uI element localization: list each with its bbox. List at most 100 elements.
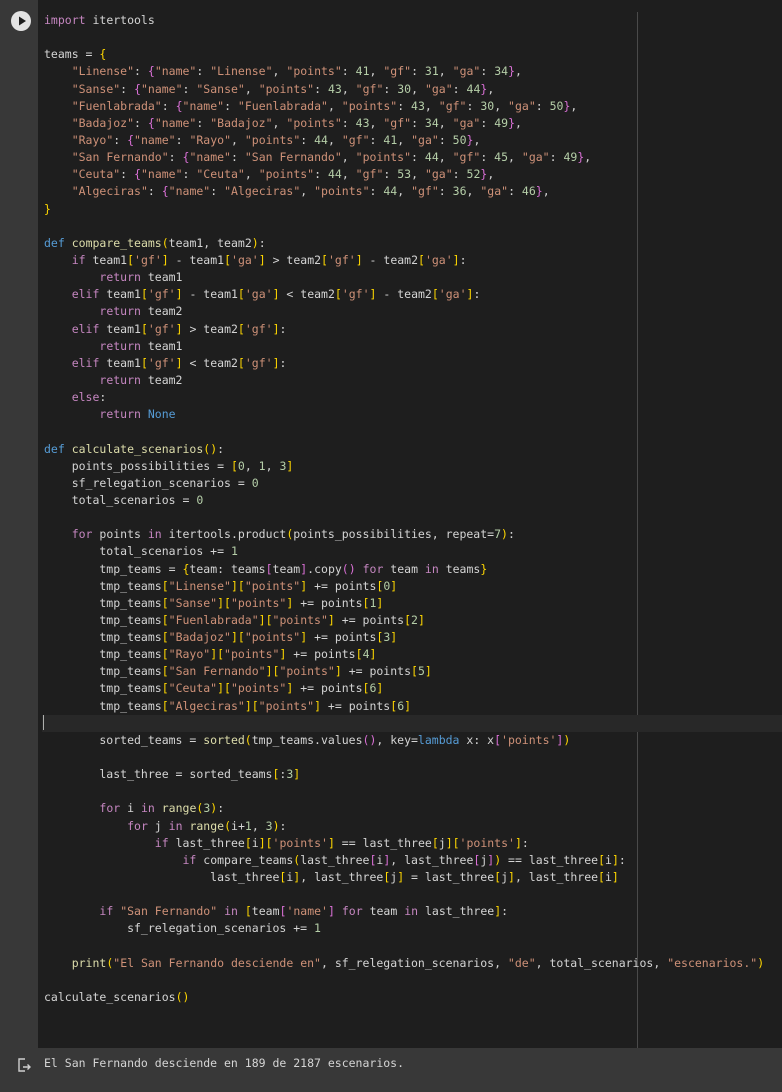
code-token: : [224, 98, 238, 113]
code-token: } [508, 115, 515, 130]
code-token: - team1 [168, 252, 225, 267]
code-line[interactable]: if compare_teams(last_three[i], last_thr… [44, 852, 782, 869]
code-token: [ [598, 852, 605, 867]
code-line[interactable]: return team1 [44, 269, 782, 286]
code-line[interactable]: if team1['gf'] - team1['ga'] > team2['gf… [44, 252, 782, 269]
code-line[interactable]: tmp_teams["Ceuta"]["points"] += points[6… [44, 680, 782, 697]
code-line[interactable]: "San Fernando": {"name": "San Fernando",… [44, 149, 782, 166]
code-line[interactable]: return team2 [44, 303, 782, 320]
code-line[interactable]: ​ [44, 938, 782, 955]
code-token: 'gf' [327, 252, 356, 267]
code-line[interactable]: return team1 [44, 338, 782, 355]
code-line[interactable]: sf_relegation_scenarios += 1 [44, 920, 782, 937]
code-line[interactable]: ​ [44, 749, 782, 766]
code-line[interactable]: sf_relegation_scenarios = 0 [44, 475, 782, 492]
code-line[interactable]: teams = { [44, 46, 782, 63]
code-line[interactable]: last_three = sorted_teams[:3] [44, 766, 782, 783]
code-line[interactable]: ​ [44, 783, 782, 800]
code-token: , [508, 150, 522, 165]
code-token: [ [161, 664, 169, 679]
code-line[interactable]: tmp_teams["Linense"]["points"] += points… [44, 578, 782, 595]
output-redirect-icon[interactable] [16, 1057, 32, 1073]
code-token: 'gf' [147, 287, 176, 302]
code-token: 52 [466, 167, 481, 182]
code-token: 'gf' [341, 287, 370, 302]
code-token: "Rayo" [71, 132, 114, 147]
code-line[interactable]: tmp_teams["Badajoz"]["points"] += points… [44, 629, 782, 646]
code-line[interactable]: elif team1['gf'] > team2['gf']: [44, 321, 782, 338]
code-line[interactable]: print("El San Fernando desciende en", sf… [44, 955, 782, 972]
code-line[interactable]: ​ [44, 972, 782, 989]
code-line[interactable]: tmp_teams["Rayo"]["points"] += points[4] [44, 646, 782, 663]
code-line[interactable]: "Sanse": {"name": "Sanse", "points": 43,… [44, 81, 782, 98]
code-token: ][ [210, 647, 225, 662]
code-line[interactable]: "Algeciras": {"name": "Algeciras", "poin… [44, 183, 782, 200]
code-line[interactable]: tmp_teams = {team: teams[team].copy() fo… [44, 561, 782, 578]
code-token: : [134, 115, 148, 130]
code-line[interactable]: total_scenarios = 0 [44, 492, 782, 509]
code-line[interactable]: def calculate_scenarios(): [44, 441, 782, 458]
code-token: , [341, 167, 356, 182]
code-token: < team2 [279, 287, 335, 302]
code-content[interactable]: import itertools​teams = { "Linense": {"… [42, 12, 782, 1006]
play-icon [19, 16, 26, 26]
code-line[interactable]: ​ [44, 423, 782, 440]
code-token: team [272, 561, 301, 576]
code-token: ] [334, 664, 342, 679]
code-token: [ [494, 732, 502, 747]
code-line[interactable]: ​ [42, 714, 782, 732]
code-line[interactable]: for j in range(i+1, 3): [44, 818, 782, 835]
code-line[interactable]: tmp_teams["Fuenlabrada"]["points"] += po… [44, 612, 782, 629]
code-line[interactable]: } [44, 201, 782, 218]
code-token: "Algeciras" [71, 184, 148, 199]
code-token: ] [376, 595, 384, 610]
code-token: team [362, 904, 405, 919]
code-line[interactable]: points_possibilities = [0, 1, 3] [44, 458, 782, 475]
code-line[interactable]: ​ [44, 886, 782, 903]
code-line[interactable]: return None [44, 406, 782, 423]
code-token: : [217, 441, 225, 456]
code-line[interactable]: for i in range(3): [44, 800, 782, 817]
code-line[interactable]: tmp_teams["Sanse"]["points"] += points[1… [44, 595, 782, 612]
code-line[interactable]: calculate_scenarios() [44, 989, 782, 1006]
code-token: : [196, 115, 211, 130]
code-token: : [397, 98, 412, 113]
code-line[interactable]: for points in itertools.product(points_p… [44, 526, 782, 543]
code-token: else [71, 390, 100, 405]
code-line[interactable]: elif team1['gf'] < team2['gf']: [44, 355, 782, 372]
code-line[interactable]: "Badajoz": {"name": "Badajoz", "points":… [44, 115, 782, 132]
code-line[interactable]: "Rayo": {"name": "Rayo", "points": 44, "… [44, 132, 782, 149]
code-line[interactable]: if last_three[i]['points'] == last_three… [44, 835, 782, 852]
code-line[interactable]: "Fuenlabrada": {"name": "Fuenlabrada", "… [44, 98, 782, 115]
code-token: team2 [140, 304, 183, 319]
code-line[interactable]: elif team1['gf'] - team1['ga'] < team2['… [44, 286, 782, 303]
code-token: : [411, 115, 425, 130]
code-line[interactable]: sorted_teams = sorted(tmp_teams.values()… [44, 732, 782, 749]
code-line[interactable]: else: [44, 389, 782, 406]
code-line[interactable]: tmp_teams["San Fernando"]["points"] += p… [44, 663, 782, 680]
code-line[interactable]: total_scenarios += 1 [44, 543, 782, 560]
code-token: [ [161, 630, 169, 645]
code-line[interactable]: def compare_teams(team1, team2): [44, 235, 782, 252]
code-line[interactable]: if "San Fernando" in [team['name'] for t… [44, 903, 782, 920]
code-line[interactable]: import itertools [44, 12, 782, 29]
run-cell-button[interactable] [11, 11, 31, 31]
code-line[interactable]: tmp_teams["Algeciras"]["points"] += poin… [44, 698, 782, 715]
code-line[interactable]: "Linense": {"name": "Linense", "points":… [44, 63, 782, 80]
code-line[interactable]: ​ [44, 509, 782, 526]
code-token: : [383, 81, 398, 96]
code-line[interactable]: ​ [44, 218, 782, 235]
code-line[interactable]: "Ceuta": {"name": "Ceuta", "points": 44,… [44, 166, 782, 183]
code-token: "ga" [480, 184, 509, 199]
code-line[interactable]: ​ [44, 29, 782, 46]
code-line[interactable]: return team2 [44, 372, 782, 389]
code-token: , last_three [300, 870, 384, 885]
code-token: : [521, 835, 529, 850]
code-token: team [251, 904, 280, 919]
code-token: 7 [494, 527, 502, 542]
code-line[interactable]: last_three[i], last_three[j] = last_thre… [44, 869, 782, 886]
code-token: "ga" [521, 150, 550, 165]
